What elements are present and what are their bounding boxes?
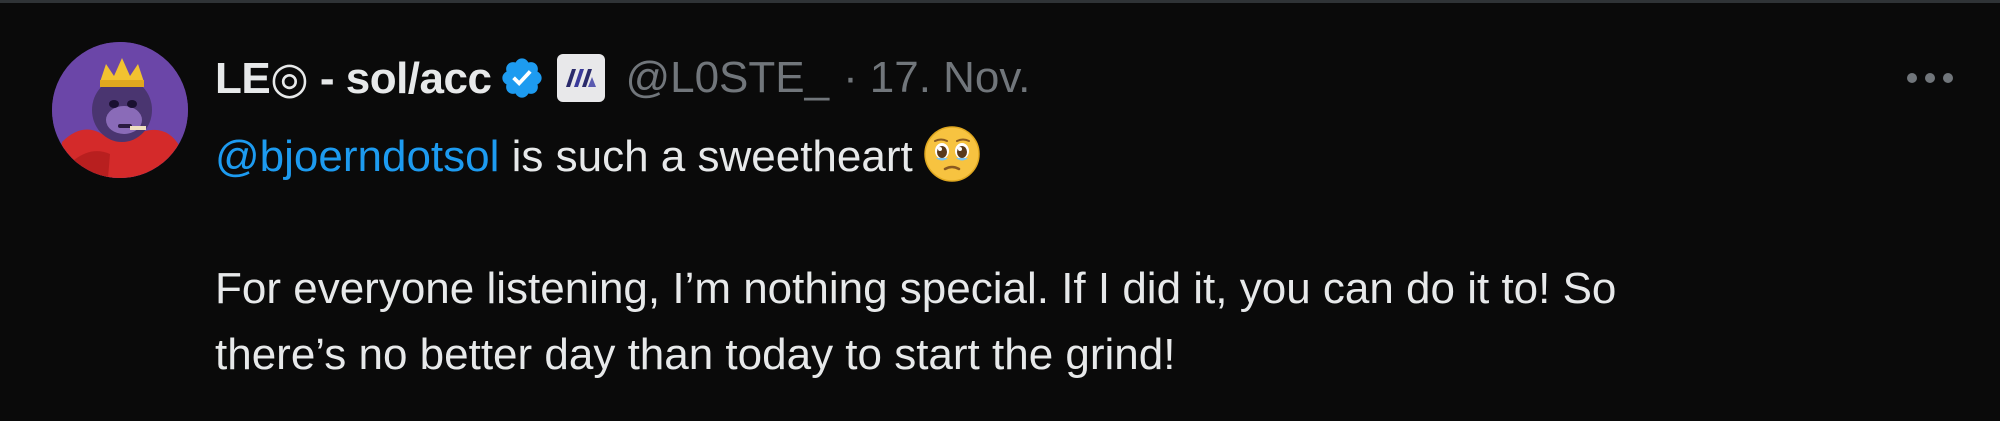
mention-link[interactable]: @bjoerndotsol — [215, 132, 499, 181]
avatar[interactable] — [52, 42, 188, 178]
affiliate-logo-icon[interactable] — [557, 54, 606, 102]
display-name[interactable]: LE◎ - sol/acc — [215, 53, 492, 104]
verified-badge-icon — [499, 55, 545, 101]
more-options-icon — [1907, 73, 1953, 83]
separator: · — [843, 53, 858, 102]
holding-back-tears-emoji-icon — [923, 125, 981, 183]
tweet-line-1-text: is such a sweetheart — [499, 132, 913, 181]
user-handle[interactable]: @L0STE_ — [625, 53, 829, 103]
tweet-line-1: @bjoerndotsol is such a sweetheart — [215, 124, 1955, 190]
tweet-line-4: there’s no better day than today to star… — [215, 330, 1176, 379]
tweet-header: LE◎ - sol/acc @L0STE_ · 17. Nov. — [215, 46, 1030, 110]
tweet-date[interactable]: 17. Nov. — [870, 53, 1031, 103]
tweet-line-3: For everyone listening, I’m nothing spec… — [215, 264, 1617, 313]
more-options-button[interactable] — [1900, 56, 1960, 100]
tweet-text: @bjoerndotsol is such a sweetheart For e… — [215, 124, 1955, 388]
gorilla-king-avatar-icon — [52, 42, 188, 178]
divider — [0, 0, 2000, 3]
tweet-card[interactable]: LE◎ - sol/acc @L0STE_ · 17. Nov. @bjoern… — [0, 0, 2000, 421]
